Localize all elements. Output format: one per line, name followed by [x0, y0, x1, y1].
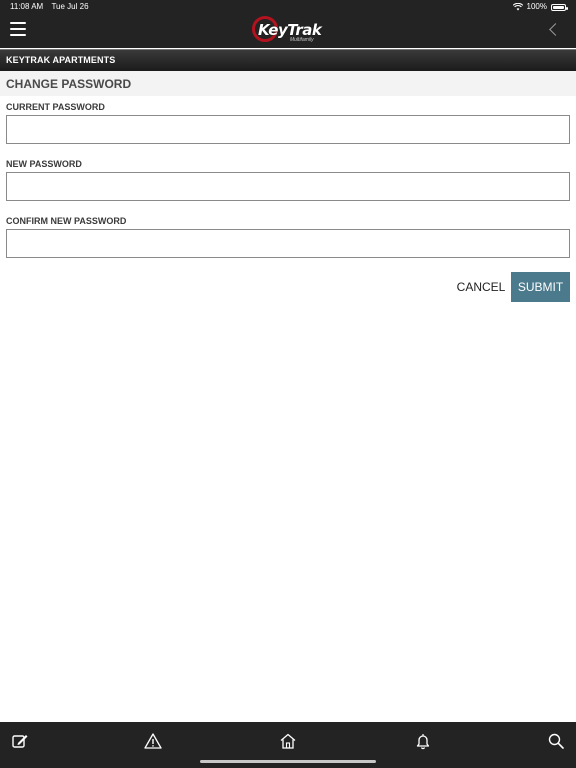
- current-password-label: CURRENT PASSWORD: [6, 102, 105, 112]
- logo-subtext: Multifamily: [290, 37, 314, 43]
- page-title: CHANGE PASSWORD: [6, 77, 132, 91]
- menu-icon[interactable]: [10, 22, 26, 36]
- app: 11:08 AM Tue Jul 26 100% KeyTrak Multifa…: [0, 0, 576, 768]
- wifi-icon: [512, 3, 523, 11]
- cancel-button[interactable]: CANCEL: [454, 280, 508, 294]
- status-time: 11:08 AM: [10, 2, 44, 11]
- status-right: 100%: [512, 0, 568, 14]
- status-bar: 11:08 AM Tue Jul 26 100%: [0, 0, 576, 14]
- keytrak-logo: KeyTrak Multifamily: [252, 16, 324, 46]
- new-password-label: NEW PASSWORD: [6, 159, 82, 169]
- page-header: CHANGE PASSWORD: [0, 71, 576, 96]
- back-chevron-icon[interactable]: [549, 23, 562, 36]
- search-icon[interactable]: [546, 731, 566, 751]
- edit-icon[interactable]: [10, 731, 30, 751]
- new-password-field[interactable]: [6, 172, 570, 201]
- property-name: KEYTRAK APARTMENTS: [6, 55, 116, 65]
- submit-button[interactable]: SUBMIT: [511, 272, 570, 302]
- home-icon[interactable]: [278, 731, 298, 751]
- home-indicator: [200, 760, 376, 763]
- status-date: Tue Jul 26: [51, 2, 89, 11]
- top-bar: 11:08 AM Tue Jul 26 100% KeyTrak Multifa…: [0, 0, 576, 48]
- property-bar: KEYTRAK APARTMENTS: [0, 49, 576, 71]
- battery-icon: [551, 3, 568, 11]
- bell-icon[interactable]: [413, 731, 433, 751]
- current-password-field[interactable]: [6, 115, 570, 144]
- warning-icon[interactable]: [143, 731, 163, 751]
- status-left: 11:08 AM Tue Jul 26: [10, 0, 89, 14]
- battery-percent: 100%: [526, 2, 547, 11]
- confirm-password-label: CONFIRM NEW PASSWORD: [6, 216, 127, 226]
- confirm-password-field[interactable]: [6, 229, 570, 258]
